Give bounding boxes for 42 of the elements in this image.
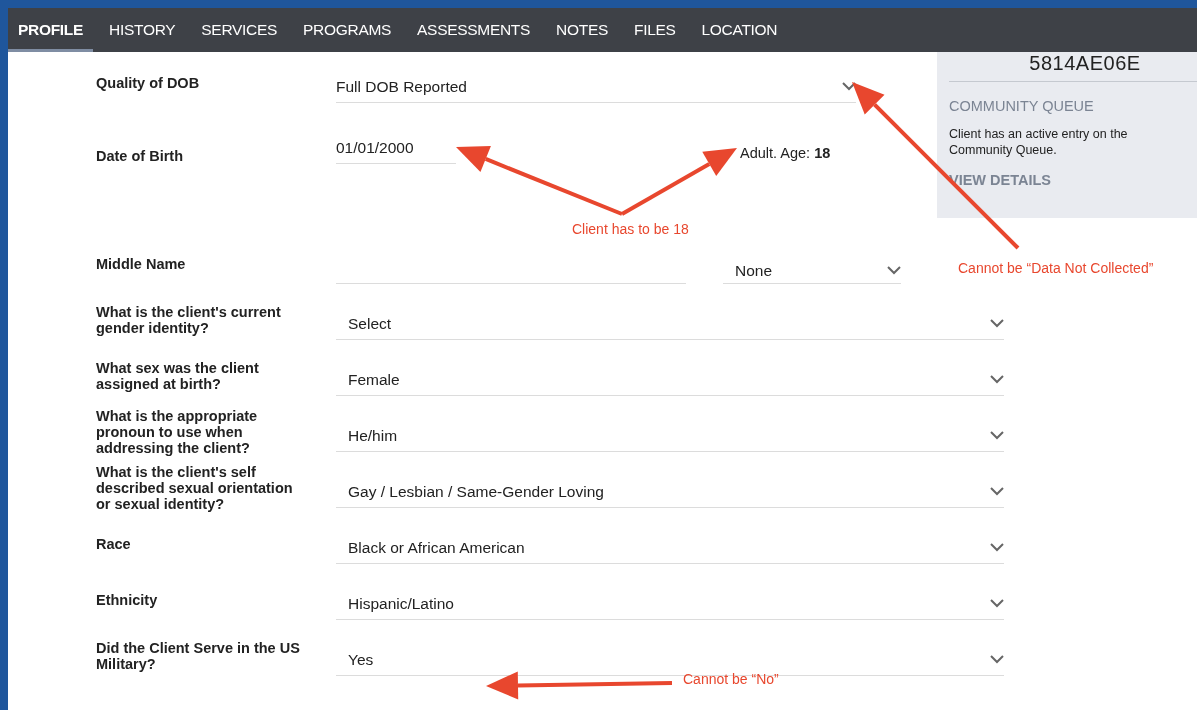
field-label: What is the appropriate pronoun to use when addressing the client? [96,408,259,456]
chevron-down-icon [990,431,1004,440]
select-field[interactable]: Hispanic/Latino [336,580,1004,620]
tab[interactable]: ASSESSMENTS [407,8,541,52]
age-note: Adult. Age: 18 [740,145,831,161]
chevron-down-icon [842,82,856,91]
field-label: What sex was the client assigned at birth? [96,360,260,392]
tab[interactable]: FILES [623,8,686,52]
chevron-down-icon [990,655,1004,664]
select-field[interactable]: Gay / Lesbian / Same-Gender Loving [336,468,1004,508]
chevron-down-icon [990,543,1004,552]
tab[interactable]: LOCATION [691,8,788,52]
select-field[interactable]: Black or African American [336,524,1004,564]
field-label: Date of Birth [96,147,184,164]
select-field[interactable]: Select [336,300,1004,340]
select-field[interactable]: Female [336,356,1004,396]
chevron-down-icon [990,319,1004,328]
tab[interactable]: PROFILE [8,8,94,52]
panel-text: Client has an active entry on the Community Queue. [949,126,1129,158]
chevron-down-icon [990,375,1004,384]
tab[interactable]: SERVICES [191,8,288,52]
tab[interactable]: HISTORY [99,8,186,52]
date-field[interactable]: 01/01/2000 [336,124,456,164]
select-field[interactable]: He/him [336,412,1004,452]
suffix-select[interactable]: None [723,250,901,284]
field-label: Quality of DOB [96,75,201,91]
panel-heading: COMMUNITY QUEUE [949,98,1095,114]
field-label: What is the client's self described sexual orientation or sexual identity? [96,464,294,512]
tab[interactable]: NOTES [546,8,618,52]
field-label: Middle Name [96,256,187,272]
tab[interactable]: PROGRAMS [293,8,402,52]
field-label: Ethnicity [96,592,159,608]
chevron-down-icon [990,487,1004,496]
field-label: What is the client's current gender identity? [96,304,282,336]
annotation-text: Client has to be 18 [572,221,689,237]
select-field[interactable]: Full DOB Reported [336,63,856,103]
chevron-down-icon [990,599,1004,608]
client-id: 5814AE06E [949,52,1197,82]
annotation-text: Cannot be “Data Not Collected” [958,260,1154,276]
chevron-down-icon [887,266,901,275]
field-label: Race [96,536,132,552]
field-label: Did the Client Serve in the US Military? [96,640,301,672]
